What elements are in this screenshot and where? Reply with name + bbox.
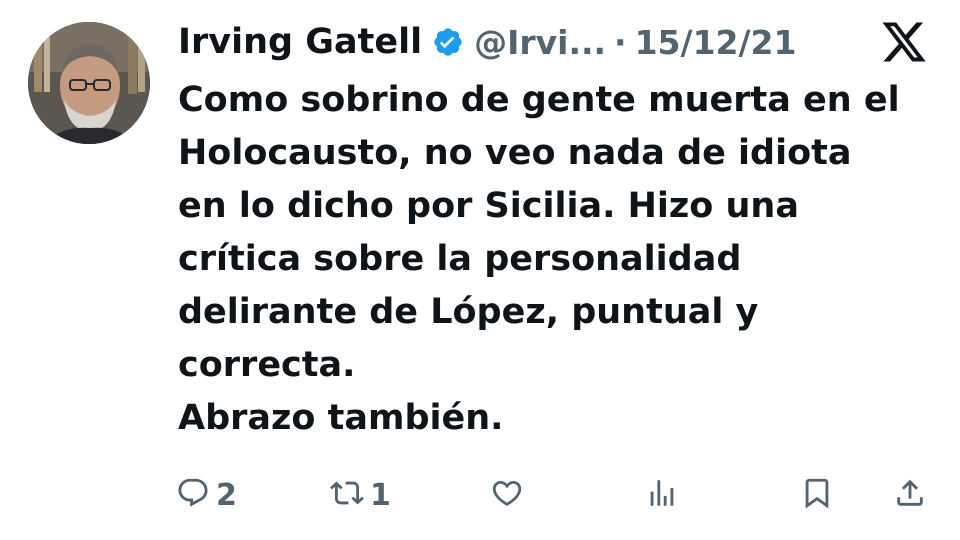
reply-count: 2 [216, 477, 237, 513]
tweet-text-line: Holocausto, no veo nada de idiota [178, 133, 852, 173]
tweet-text-line: delirante de López, puntual y [178, 292, 759, 332]
tweet-date[interactable]: 15/12/21 [635, 23, 797, 62]
views-bar-chart-icon [645, 476, 679, 514]
retweet-count: 1 [370, 477, 391, 513]
tweet-header: Irving Gatell @Irvi... · 15/12/21 [178, 18, 796, 66]
author-handle[interactable]: @Irvi... [474, 23, 606, 62]
reply-button[interactable]: 2 [176, 470, 237, 520]
tweet-text-line: correcta. [178, 345, 356, 385]
bookmark-button[interactable] [800, 470, 834, 520]
retweet-icon [330, 476, 364, 514]
action-bar: 2 1 [0, 470, 960, 520]
bookmark-icon [800, 476, 834, 514]
like-button[interactable] [490, 470, 524, 520]
retweet-button[interactable]: 1 [330, 470, 391, 520]
tweet-text-line: crítica sobre la personalidad [178, 239, 742, 279]
heart-icon [490, 476, 524, 514]
share-icon [893, 476, 927, 514]
meta-separator: · [614, 22, 627, 62]
tweet-text-line: en lo dicho por Sicilia. Hizo una [178, 186, 799, 226]
reply-icon [176, 476, 210, 514]
tweet-card: Irving Gatell @Irvi... · 15/12/21 Como s… [0, 0, 960, 540]
tweet-text-line: Como sobrino de gente muerta en el [178, 80, 900, 120]
views-button[interactable] [645, 470, 679, 520]
author-name[interactable]: Irving Gatell [178, 22, 422, 62]
tweet-text: Como sobrino de gente muerta en el Holoc… [178, 74, 938, 445]
author-avatar[interactable] [28, 22, 150, 144]
avatar-photo [28, 22, 150, 144]
share-button[interactable] [893, 470, 927, 520]
x-logo-icon [880, 18, 928, 66]
tweet-text-line: Abrazo también. [178, 398, 504, 438]
verified-badge-icon [432, 26, 464, 58]
